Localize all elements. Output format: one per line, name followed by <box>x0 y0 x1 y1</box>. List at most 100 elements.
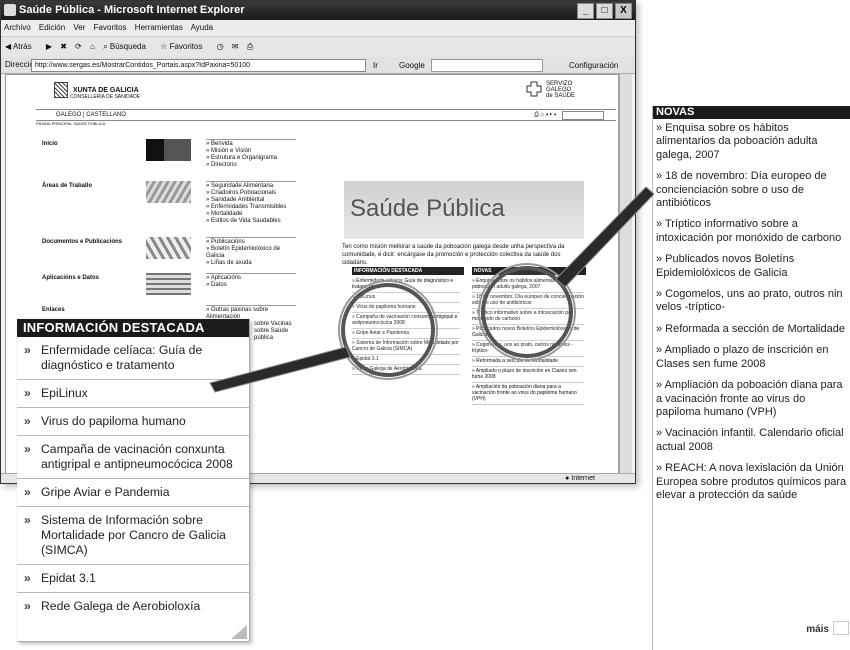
mini-novas-item[interactable]: » Publicados novos Boletíns Epidemiolóxi… <box>472 325 584 341</box>
config-button[interactable]: Configuración <box>569 58 618 74</box>
mini-destacada-item[interactable]: » Gripe Aviar e Pandemia <box>352 329 460 339</box>
sergas-logo[interactable]: SERVIZO GALEGO de SAÚDE <box>526 81 576 99</box>
novas-item[interactable]: » Reformada a sección de Mortalidade <box>653 320 850 341</box>
home-icon[interactable]: ⌂ <box>90 42 95 51</box>
aplicacions-links: » Aplicacións » Datos <box>206 273 296 289</box>
maximize-button[interactable]: □ <box>596 3 613 19</box>
link[interactable]: » Criadoiros Poboacionais <box>206 190 296 197</box>
xunta-crest-icon <box>54 82 68 98</box>
more-arrow-icon[interactable] <box>833 621 849 635</box>
novas-item[interactable]: » REACH: A nova lexislación da Unión Eur… <box>653 459 850 507</box>
menu-herramientas[interactable]: Herramientas <box>135 23 183 32</box>
mini-novas-item[interactable]: » Tríptico informativo sobre a intoxicac… <box>472 309 584 325</box>
search-button[interactable]: ⌕ Búsqueda <box>103 42 152 51</box>
link[interactable]: » Publicacións <box>206 239 296 246</box>
favorites-button[interactable]: ☆ Favoritos <box>160 42 208 51</box>
link[interactable]: » Estrutura e Organigrama <box>206 155 296 162</box>
mini-novas-item[interactable]: » Ampliación da poboación diana para a v… <box>472 383 584 405</box>
novas-item[interactable]: » Tríptico informativo sobre a intoxicac… <box>653 215 850 250</box>
print-tools[interactable]: ⎙ ⌂ ◂ ▸ ◂ <box>534 110 556 120</box>
section-enlaces: Enlaces <box>42 307 65 313</box>
section-areas: Áreas de Traballo <box>42 183 93 189</box>
stop-icon[interactable]: ✖ <box>60 42 67 51</box>
google-search-input[interactable] <box>431 59 543 72</box>
mini-novas-item[interactable]: » Cogomelos, uns ao prato, outros nin ve… <box>472 341 584 357</box>
menu-archivo[interactable]: Archivo <box>4 23 31 32</box>
link[interactable]: » Estilos de Vida Saudables <box>206 218 296 225</box>
close-button[interactable]: X <box>615 3 632 19</box>
internet-zone-icon: ● <box>565 475 570 482</box>
toolbar: ◀ Atrás ▶ ✖ ⟳ ⌂ ⌕ Búsqueda ☆ Favoritos ◷… <box>1 36 635 58</box>
menu-favoritos[interactable]: Favoritos <box>94 23 127 32</box>
menu-bar: Archivo Edición Ver Favoritos Herramient… <box>1 21 635 35</box>
menu-edicion[interactable]: Edición <box>39 23 65 32</box>
destacada-item[interactable]: » Gripe Aviar e Pandemia <box>17 479 249 507</box>
documentos-thumbnail <box>146 237 191 259</box>
menu-ayuda[interactable]: Ayuda <box>191 23 214 32</box>
novas-item[interactable]: » Vacinación infantil. Calendario oficia… <box>653 424 850 459</box>
lang-galego[interactable]: GALEGO <box>56 112 81 118</box>
novas-item[interactable]: » Publicados novos Boletíns Epidemiolóxi… <box>653 250 850 285</box>
minimize-button[interactable]: _ <box>577 3 594 19</box>
hero-banner: Saúde Pública <box>344 181 584 239</box>
go-button[interactable]: Ir <box>373 58 378 74</box>
forward-button[interactable]: ▶ <box>46 42 52 51</box>
vertical-scrollbar[interactable] <box>619 74 632 474</box>
link[interactable]: » Datos <box>206 282 296 289</box>
link[interactable]: » Mortalidade <box>206 211 296 218</box>
mini-destacada-item[interactable]: » Virus do papiloma humano <box>352 303 460 313</box>
link[interactable]: » Misión e Visión <box>206 148 296 155</box>
mail-icon[interactable]: ✉ <box>232 42 239 51</box>
mini-destacada-item[interactable]: » Rede Galega de Aerobioloxía <box>352 365 460 375</box>
mini-novas-list: » Enquisa sobre os hábitos alimentarios … <box>472 277 584 405</box>
link[interactable]: » Enfermidades Transmisibles <box>206 204 296 211</box>
xunta-logo[interactable]: XUNTA DE GALICIA CONSELLERÍA DE SANIDADE <box>54 82 140 100</box>
section-documentos: Documentos e Publicacións <box>42 239 123 245</box>
destacada-item[interactable]: » Virus do papiloma humano <box>17 408 249 436</box>
mini-novas-item[interactable]: » 18 de novembro: Día europeo de concien… <box>472 293 584 309</box>
link[interactable]: » Liñas de axuda <box>206 260 296 267</box>
destacada-item[interactable]: » Campaña de vacinación conxunta antigrip… <box>17 436 249 479</box>
novas-item[interactable]: » Enquisa sobre os hábitos alimentarios … <box>653 119 850 167</box>
link[interactable]: » Sanidade Ambiental <box>206 197 296 204</box>
inicio-links: » Benvida » Misión e Visión » Estrutura … <box>206 139 296 169</box>
menu-ver[interactable]: Ver <box>73 23 85 32</box>
bullet-icon: » <box>24 442 31 456</box>
novas-item[interactable]: » Ampliación da poboación diana para a v… <box>653 376 850 424</box>
destacada-item[interactable]: » Rede Galega de Aerobioloxía <box>17 593 249 620</box>
novas-item[interactable]: » 18 de novembro: Día europeo de concien… <box>653 167 850 215</box>
link[interactable]: » Aplicacións <box>206 275 296 282</box>
mini-novas-item[interactable]: » Reformada a sección de Mortalidade <box>472 357 584 367</box>
link[interactable]: » Boletín Epidemiolóxico de Galicia <box>206 246 296 260</box>
back-button[interactable]: ◀ Atrás <box>5 42 38 51</box>
novas-zoom-panel: NOVAS » Enquisa sobre os hábitos aliment… <box>652 106 850 650</box>
mini-destacada-item[interactable]: » Campaña de vacinación conxunta antigri… <box>352 313 460 329</box>
mini-destacada-item[interactable]: » Enfermidade celíaca: Guía de diagnósti… <box>352 277 460 293</box>
sergas-line-3: de SAÚDE <box>546 93 576 99</box>
more-link[interactable]: máis <box>806 624 829 635</box>
history-icon[interactable]: ◷ <box>217 42 224 51</box>
site-search-input[interactable] <box>562 111 604 120</box>
mini-destacada-item[interactable]: » Epidat 3.1 <box>352 355 460 365</box>
areas-links: » Seguridade Alimentaria » Criadoiros Po… <box>206 181 296 225</box>
destacada-item[interactable]: » Enfermidade celíaca: Guía de diagnóstic… <box>17 337 249 380</box>
destacada-item[interactable]: » EpiLinux <box>17 380 249 408</box>
mini-destacada-item[interactable]: » Sistema de Información sobre Mortalida… <box>352 339 460 355</box>
link[interactable]: » Directorio <box>206 162 296 169</box>
lang-castellano[interactable]: CASTELLANO <box>86 112 126 118</box>
link[interactable]: » Seguridade Alimentaria <box>206 183 296 190</box>
url-input[interactable]: http://www.sergas.es/MostrarContidos_Por… <box>31 59 366 72</box>
mini-destacada-item[interactable]: » EpiLinux <box>352 293 460 303</box>
aplicacions-thumbnail <box>146 273 191 295</box>
novas-item[interactable]: » Ampliado o plazo de inscrición en Clas… <box>653 341 850 376</box>
bullet-icon: » <box>24 513 31 527</box>
link[interactable]: » Benvida <box>206 141 296 148</box>
novas-item[interactable]: » Cogomelos, uns ao prato, outros nin ve… <box>653 285 850 320</box>
mini-novas-item[interactable]: » Ampliado o plazo de inscrición en Clas… <box>472 367 584 383</box>
destacada-item[interactable]: » Epidat 3.1 <box>17 565 249 593</box>
refresh-icon[interactable]: ⟳ <box>75 42 82 51</box>
print-icon[interactable]: ⎙ <box>247 42 253 51</box>
bullet-icon: » <box>24 343 31 357</box>
mini-novas-item[interactable]: » Enquisa sobre os hábitos alimentarios … <box>472 277 584 293</box>
destacada-item[interactable]: » Sistema de Información sobre Mortalidad… <box>17 507 249 565</box>
